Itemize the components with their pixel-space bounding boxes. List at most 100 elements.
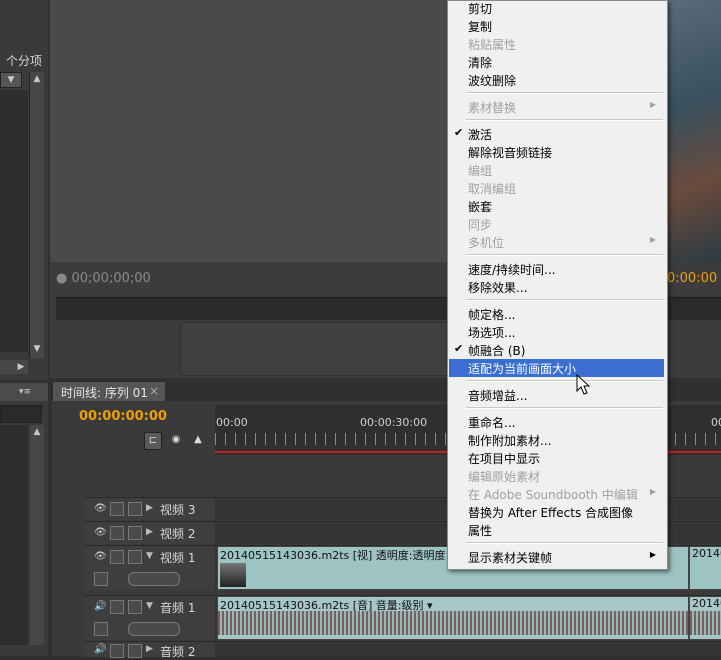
- keyframe-nav-icon[interactable]: [128, 572, 180, 586]
- menu-item-replace-footage: 素材替换 ▶: [449, 98, 664, 116]
- search-input[interactable]: [0, 405, 42, 423]
- tab-timeline[interactable]: 时间线: 序列 01 ×: [52, 381, 166, 402]
- menu-item-frame-blend[interactable]: ✔ 帧融合 (B): [449, 341, 664, 359]
- project-panel-label: 个分项: [6, 54, 43, 68]
- project-list[interactable]: [0, 90, 28, 352]
- menu-item-show-clip-keyframes[interactable]: 显示素材关键帧 ▶: [449, 548, 664, 566]
- scroll-up-icon[interactable]: ▲: [30, 72, 44, 86]
- menu-item-reveal-in-project[interactable]: 在项目中显示: [449, 449, 664, 467]
- menu-item-scale-to-frame-size[interactable]: 适配为当前画面大小: [449, 359, 664, 377]
- marker-icon[interactable]: ◉: [168, 432, 184, 448]
- menu-item-clear[interactable]: 清除: [449, 53, 664, 71]
- triangle-down-icon[interactable]: ▼: [146, 551, 153, 561]
- speaker-icon[interactable]: 🔊: [94, 644, 106, 656]
- display-style-icon[interactable]: [94, 622, 108, 636]
- track-name: 视频 2: [160, 527, 196, 541]
- triangle-icon[interactable]: ▶: [146, 527, 153, 537]
- eye-icon[interactable]: 👁: [94, 503, 107, 515]
- menu-item-remove-effects[interactable]: 移除效果...: [449, 278, 664, 296]
- menu-separator: [466, 92, 663, 94]
- submenu-arrow-icon: ▶: [649, 100, 656, 109]
- clip-title: 20140: [692, 597, 721, 610]
- lock-toggle[interactable]: [128, 502, 142, 516]
- scroll-down-icon[interactable]: ▼: [30, 342, 44, 356]
- track-body-audio1[interactable]: 20140515143036.m2ts [音] 音量:级别 ▾ 20140: [215, 595, 721, 640]
- project-view-dropdown[interactable]: ▼: [0, 72, 22, 88]
- menu-item-speed-duration[interactable]: 速度/持续时间...: [449, 260, 664, 278]
- menu-item-properties[interactable]: 属性: [449, 521, 664, 539]
- triangle-icon[interactable]: ▶: [146, 503, 153, 513]
- panel-menu-bar[interactable]: ▾≡: [0, 383, 48, 401]
- effects-list[interactable]: [0, 425, 28, 645]
- track-name: 音频 1: [160, 601, 196, 615]
- video-frame-preview: [667, 0, 721, 262]
- triangle-icon[interactable]: ▶: [146, 644, 153, 654]
- eye-icon[interactable]: 👁: [94, 527, 107, 539]
- display-style-icon[interactable]: [94, 572, 108, 586]
- project-hscrollbar[interactable]: ▶: [0, 360, 28, 374]
- filmstrip-icon[interactable]: [110, 600, 124, 614]
- audio-clip-next[interactable]: 20140: [689, 596, 721, 640]
- eye-icon[interactable]: 👁: [94, 551, 107, 563]
- triangle-down-icon[interactable]: ▼: [146, 601, 153, 611]
- menu-item-rename[interactable]: 重命名...: [449, 413, 664, 431]
- set-point-icon[interactable]: ▲: [190, 432, 206, 448]
- close-icon[interactable]: ×: [149, 384, 159, 398]
- menu-item-label: 在项目中显示: [468, 452, 541, 466]
- panel-menu-icon[interactable]: ▾≡: [18, 385, 32, 399]
- lock-toggle[interactable]: [128, 526, 142, 540]
- effects-scrollbar[interactable]: ▲: [30, 425, 44, 645]
- monitor-timecode-left[interactable]: ● 00;00;00;00: [56, 271, 151, 286]
- menu-item-replace-with-ae[interactable]: 替换为 After Effects 合成图像: [449, 503, 664, 521]
- menu-item-label: 波纹删除: [468, 74, 517, 88]
- timeline-timecode[interactable]: 00:00:00:00: [79, 409, 167, 424]
- menu-item-label: 重命名...: [468, 416, 516, 430]
- keyframe-nav-icon[interactable]: [128, 622, 180, 636]
- menu-item-copy[interactable]: 复制: [449, 17, 664, 35]
- menu-item-unlink[interactable]: 解除视音频链接: [449, 143, 664, 161]
- menu-item-label: 剪切: [468, 2, 493, 16]
- track-header-audio1[interactable]: 🔊 ▼ 音频 1: [84, 595, 215, 640]
- cursor-icon: [576, 374, 590, 395]
- snap-icon[interactable]: ⊏: [144, 432, 162, 450]
- scroll-right-icon[interactable]: ▶: [14, 360, 28, 374]
- filmstrip-icon[interactable]: [110, 502, 124, 516]
- transport-controls[interactable]: [180, 322, 452, 376]
- menu-separator: [466, 119, 663, 121]
- menu-separator: [466, 380, 663, 382]
- track-body-audio2[interactable]: [215, 641, 721, 657]
- menu-item-make-subclip[interactable]: 制作附加素材...: [449, 431, 664, 449]
- video-clip-next[interactable]: 20140: [689, 546, 721, 590]
- menu-item-label: 同步: [468, 218, 493, 232]
- track-header-video1[interactable]: 👁 ▼ 视频 1: [84, 545, 215, 590]
- lock-toggle[interactable]: [128, 550, 142, 564]
- menu-item-label: 激活: [468, 128, 493, 142]
- menu-item-nest[interactable]: 嵌套: [449, 197, 664, 215]
- audio-clip[interactable]: 20140515143036.m2ts [音] 音量:级别 ▾: [217, 596, 689, 640]
- effects-panel: ▾≡ ▲: [0, 383, 48, 656]
- menu-item-ripple-delete[interactable]: 波纹删除: [449, 71, 664, 89]
- submenu-arrow-icon: ▶: [649, 550, 656, 559]
- monitor-timecode-text: 00;00;00;00: [71, 271, 151, 286]
- track-header-audio2[interactable]: 🔊 ▶ 音频 2: [84, 641, 215, 659]
- menu-item-label: 音频增益...: [468, 389, 528, 403]
- lock-toggle[interactable]: [128, 600, 142, 614]
- menu-item-field-options[interactable]: 场选项...: [449, 323, 664, 341]
- clip-title: 20140: [692, 547, 721, 560]
- scroll-up-icon[interactable]: ▲: [30, 425, 44, 439]
- project-scrollbar[interactable]: ▲ ▼: [29, 72, 44, 358]
- checkmark-icon: ✔: [454, 342, 464, 355]
- menu-item-label: 粘贴属性: [468, 38, 517, 52]
- track-header-video2[interactable]: 👁 ▶ 视频 2: [84, 521, 215, 544]
- track-header-video3[interactable]: 👁 ▶ 视频 3: [84, 497, 215, 520]
- menu-item-enable[interactable]: ✔ 激活: [449, 125, 664, 143]
- menu-item-cut[interactable]: 剪切: [449, 0, 664, 17]
- filmstrip-icon[interactable]: [110, 526, 124, 540]
- speaker-icon[interactable]: 🔊: [94, 601, 106, 613]
- menu-item-frame-hold[interactable]: 帧定格...: [449, 305, 664, 323]
- menu-item-label: 移除效果...: [468, 281, 528, 295]
- filmstrip-icon[interactable]: [110, 550, 124, 564]
- menu-item-audio-gain[interactable]: 音频增益...: [449, 386, 664, 404]
- monitor-timecode-right[interactable]: 0:00:00: [667, 271, 717, 286]
- menu-separator: [466, 542, 663, 544]
